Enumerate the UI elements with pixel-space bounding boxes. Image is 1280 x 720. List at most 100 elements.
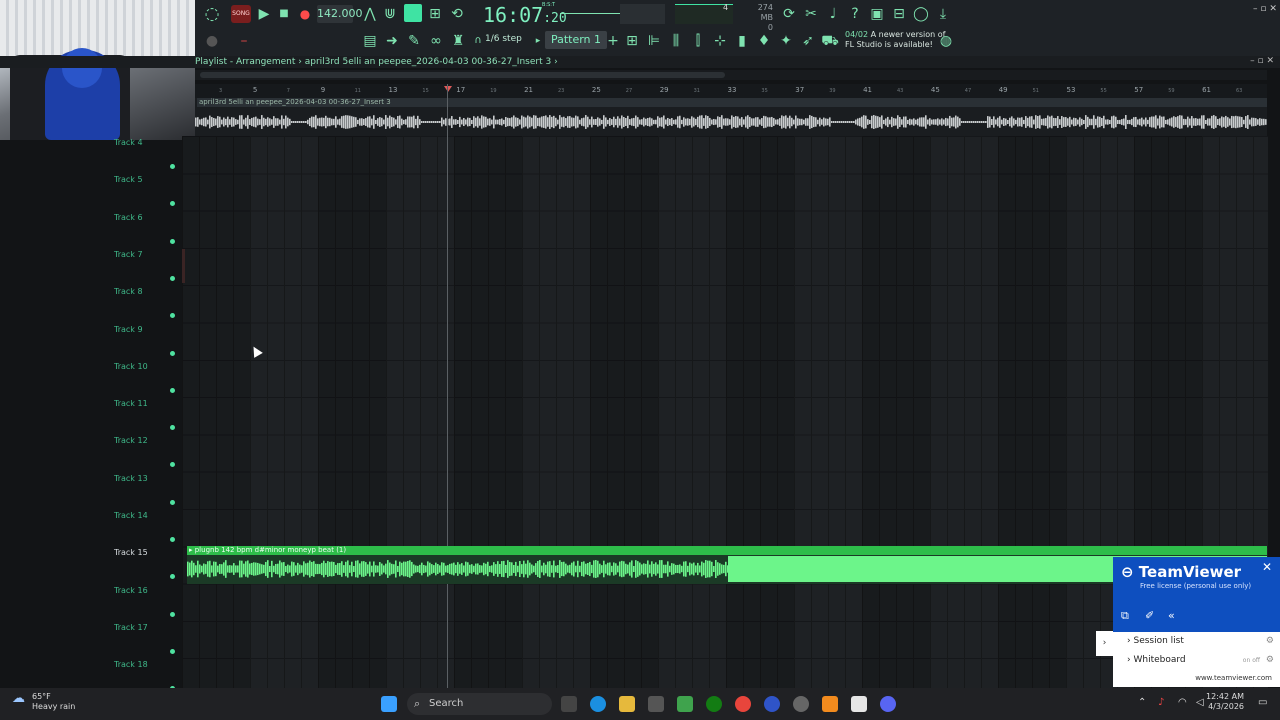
track-mute-dot[interactable] <box>170 574 175 580</box>
project-icon[interactable]: ▮ <box>733 32 751 50</box>
mixer-icon[interactable]: ⊟ <box>890 5 908 23</box>
ea-icon[interactable] <box>764 696 780 712</box>
track-mute-dot[interactable] <box>170 425 175 431</box>
taskbar-clock[interactable]: 12:42 AM 4/3/2026 <box>1206 692 1244 712</box>
timeline-ruler[interactable]: 3 5 7 9 11 13 15 17 19 21 23 25 27 29 31 33 35 37 39 41 43 45… <box>195 84 1267 98</box>
undo-history-icon[interactable]: ⟳ <box>780 5 798 23</box>
track-mute-dot[interactable] <box>170 387 175 393</box>
notifications-icon[interactable]: ▭ <box>1258 697 1267 708</box>
discord-icon[interactable] <box>880 696 896 712</box>
fl-logo-icon[interactable]: ◌ <box>203 5 221 23</box>
playlist-icon[interactable]: ⊞ <box>623 32 641 50</box>
pattern-selector[interactable]: Pattern 1 <box>545 31 607 49</box>
track-label[interactable]: Track 10 <box>114 362 148 371</box>
fl-studio-icon[interactable] <box>822 696 838 712</box>
track-label[interactable]: Track 13 <box>114 474 148 483</box>
teamviewer-close-icon[interactable]: ✕ <box>1262 560 1272 574</box>
play-icon[interactable]: ▶ <box>255 5 273 23</box>
master-volume-slider[interactable] <box>560 13 620 14</box>
track-mute-dot[interactable] <box>170 238 175 244</box>
channel-rack-icon[interactable]: ⊫ <box>645 32 663 50</box>
master-pitch-knob[interactable] <box>620 4 665 24</box>
pencil-icon[interactable]: ✎ <box>405 32 423 50</box>
snap-step[interactable]: 1/6 step <box>485 34 522 44</box>
whiteboard-toggle[interactable]: on off <box>1243 651 1260 670</box>
track-label[interactable]: Track 9 <box>114 325 143 334</box>
track-label[interactable]: Track 15 <box>114 548 148 557</box>
minecraft-icon[interactable] <box>677 696 693 712</box>
metronome-icon[interactable]: ⋀ <box>361 5 379 23</box>
globe-icon[interactable]: ◍ <box>937 32 955 50</box>
start-icon[interactable] <box>381 696 397 712</box>
store-icon[interactable] <box>648 696 664 712</box>
tool-icon[interactable]: ✦ <box>777 32 795 50</box>
track-mute-dot[interactable] <box>170 611 175 617</box>
wifi-icon[interactable]: ◠ <box>1178 697 1187 708</box>
xbox-icon[interactable] <box>706 696 722 712</box>
copy-icon[interactable]: ⧉ <box>1121 609 1129 623</box>
track-label[interactable]: Track 11 <box>114 399 148 408</box>
taskbar-search[interactable]: ⌕ Search <box>407 693 552 715</box>
session-gear-icon[interactable]: ⚙ <box>1266 632 1274 651</box>
volume-icon[interactable]: ◁ <box>1196 697 1204 708</box>
save-icon[interactable]: ▣ <box>868 5 886 23</box>
whiteboard-gear-icon[interactable]: ⚙ <box>1266 651 1274 670</box>
countdown-icon[interactable] <box>404 4 422 22</box>
browser-icon[interactable]: ⊹ <box>711 32 729 50</box>
playhead-marker-icon[interactable] <box>444 86 452 92</box>
cut-icon[interactable]: ✂ <box>802 5 820 23</box>
audio-clip-beat[interactable]: ▸ plugnb 142 bpm d#minor moneyp beat (1) <box>187 546 1267 584</box>
teamviewer-taskbar-icon[interactable] <box>851 696 867 712</box>
collapse-icon[interactable]: « <box>1168 609 1175 622</box>
wait-icon[interactable]: ⋓ <box>381 5 399 23</box>
teamviewer-url[interactable]: www.teamviewer.com <box>1113 669 1280 687</box>
mixer-view-icon[interactable]: ⫼ <box>667 32 685 50</box>
whiteboard-row[interactable]: › Whiteboard on off ⚙ <box>1113 651 1280 670</box>
track-label[interactable]: Track 14 <box>114 511 148 520</box>
brush-icon[interactable]: ✐ <box>1145 609 1154 622</box>
track-label[interactable]: Track 17 <box>114 623 148 632</box>
update-notice[interactable]: 04/02 A newer version of FL Studio is ava… <box>845 30 945 50</box>
help-icon[interactable]: ? <box>846 5 864 23</box>
tray-mic-icon[interactable]: ♪ <box>1158 697 1164 708</box>
stamp-icon[interactable]: ♜ <box>449 32 467 50</box>
track-label[interactable]: Track 6 <box>114 213 143 222</box>
track-label[interactable]: Track 12 <box>114 436 148 445</box>
chrome-icon[interactable] <box>735 696 751 712</box>
horizontal-scrollbar[interactable] <box>195 70 1267 80</box>
arrow-right-icon[interactable]: ➜ <box>383 32 401 50</box>
audio-clip-top[interactable]: april3rd 5elli an peepee_2026-04-03 00-3… <box>195 98 1267 136</box>
microphone-icon[interactable]: ♩ <box>824 5 842 23</box>
scroll-thumb[interactable] <box>200 72 725 78</box>
tray-chevron-icon[interactable]: ⌃ <box>1138 697 1146 708</box>
track-mute-dot[interactable] <box>170 164 175 169</box>
main-knob-icon[interactable]: ● <box>203 32 221 50</box>
track-mute-dot[interactable] <box>170 201 175 207</box>
loop-record-icon[interactable]: ⟲ <box>448 5 466 23</box>
plugin-icon[interactable]: ♦ <box>755 32 773 50</box>
playlist-grid[interactable] <box>182 136 1268 688</box>
track-label[interactable]: Track 4 <box>114 138 143 147</box>
track-label[interactable]: Track 8 <box>114 287 143 296</box>
track-mute-dot[interactable] <box>170 499 175 505</box>
cart-icon[interactable]: ⛟ <box>821 32 839 50</box>
track-label[interactable]: Track 16 <box>114 586 148 595</box>
pitch-icon[interactable]: – <box>235 32 253 50</box>
song-mode-button[interactable]: SONG <box>231 5 251 23</box>
pattern-add-icon[interactable]: + <box>604 32 622 50</box>
tempo-display[interactable]: 142.000 <box>317 5 363 23</box>
session-list-row[interactable]: › Session list ⚙ <box>1113 632 1280 651</box>
chat-icon[interactable]: ◯ <box>912 5 930 23</box>
download-icon[interactable]: ⤓ <box>934 5 952 23</box>
task-view-icon[interactable] <box>561 696 577 712</box>
teamviewer-expand-icon[interactable]: › <box>1096 631 1113 656</box>
edge-icon[interactable] <box>590 696 606 712</box>
record-icon[interactable]: ● <box>296 5 314 23</box>
track-mute-dot[interactable] <box>170 648 175 654</box>
steam-icon[interactable] <box>793 696 809 712</box>
stop-icon[interactable]: ■ <box>275 5 293 23</box>
piano-view-icon[interactable]: ⫿ <box>689 32 707 50</box>
playlist-window-controls[interactable]: – ▫ ✕ <box>1250 56 1274 66</box>
track-mute-dot[interactable] <box>170 313 175 319</box>
track-label[interactable]: Track 18 <box>114 660 148 669</box>
